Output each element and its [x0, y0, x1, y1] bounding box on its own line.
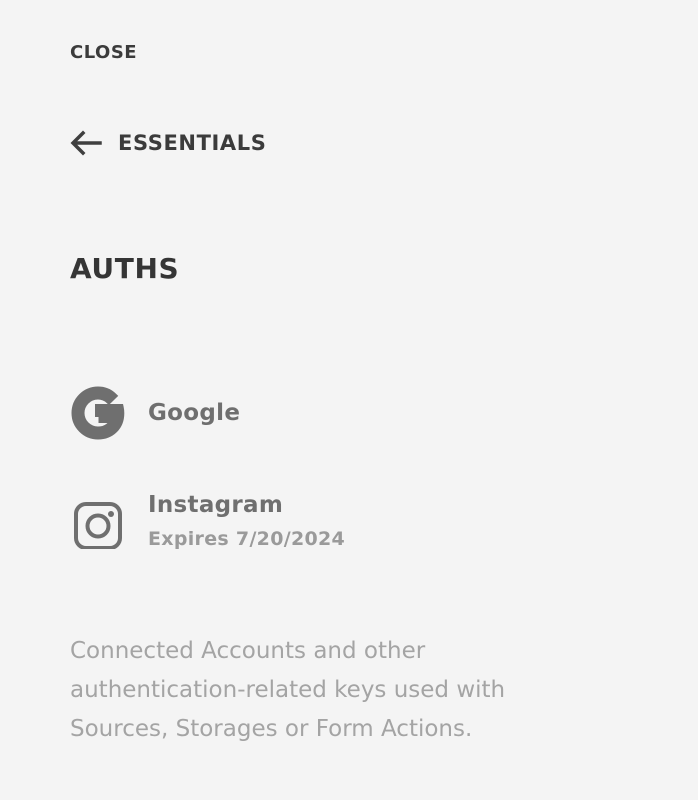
auth-name-google: Google [148, 400, 241, 426]
auth-expiry: Expires 7/20/2024 [148, 528, 346, 550]
auth-item-google[interactable]: Google [70, 385, 240, 441]
close-button[interactable]: CLOSE [70, 42, 137, 63]
page-title: AUTHS [70, 252, 180, 285]
auth-name-instagram: Instagram [148, 492, 284, 518]
back-to-essentials-link[interactable]: ESSENTIALS [70, 130, 266, 156]
back-link-label: ESSENTIALS [118, 131, 267, 155]
auths-description: Connected Accounts and other authenticat… [70, 638, 506, 742]
instagram-icon [70, 493, 126, 550]
arrow-left-icon [70, 130, 102, 156]
google-icon [70, 385, 126, 441]
auth-item-instagram[interactable]: Instagram Expires 7/20/2024 [70, 492, 345, 550]
